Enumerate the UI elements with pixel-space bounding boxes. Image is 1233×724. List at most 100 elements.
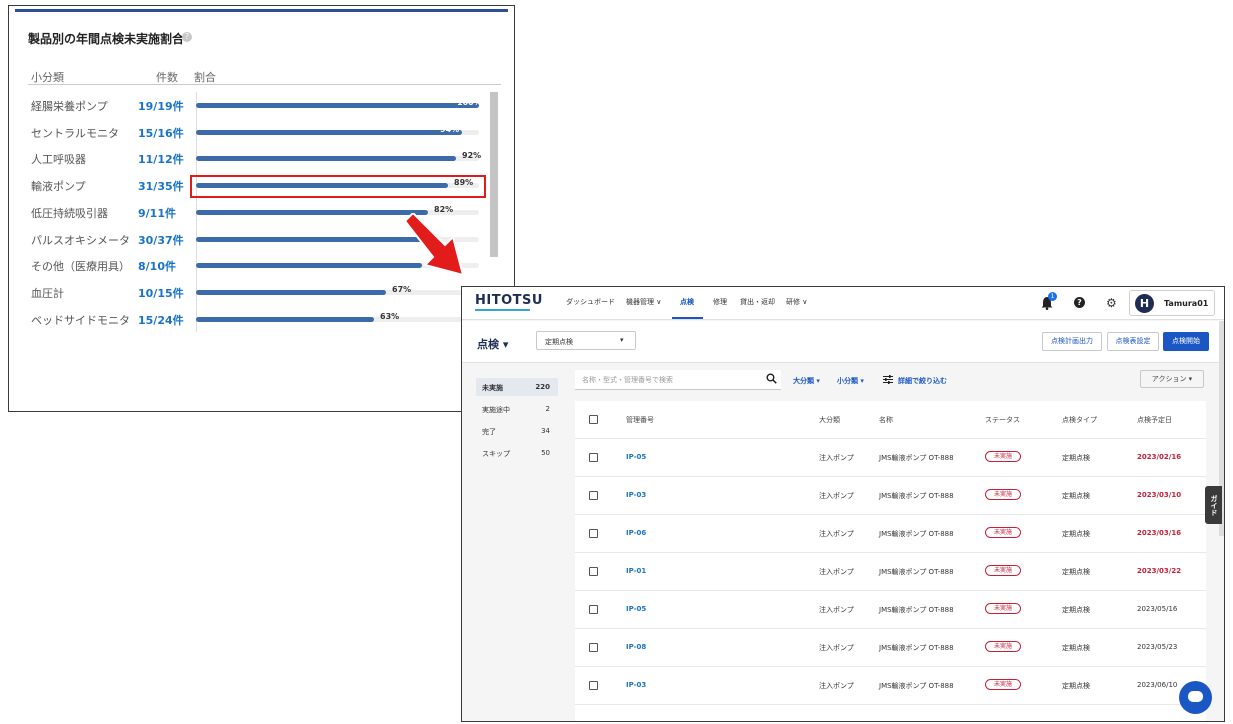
- guide-tab[interactable]: ガイド: [1205, 486, 1222, 524]
- nav-lending-return[interactable]: 貸出・返却: [740, 297, 775, 307]
- detail-filter-link[interactable]: 詳細で絞り込む: [898, 376, 947, 386]
- nav-training[interactable]: 研修 ∨: [786, 297, 807, 307]
- count-link[interactable]: 15/24件: [138, 312, 184, 328]
- col-header-id[interactable]: 管理番号: [626, 415, 654, 425]
- export-plan-button[interactable]: 点検計画出力: [1042, 332, 1102, 351]
- asset-id-link[interactable]: IP-06: [626, 529, 646, 537]
- asset-id-link[interactable]: IP-05: [626, 605, 646, 613]
- ratio-bar-fill: [196, 236, 425, 242]
- col-header-category[interactable]: 大分類: [819, 415, 840, 425]
- minor-category-filter[interactable]: 小分類 ▾: [837, 376, 864, 386]
- name-cell: JMS輸液ポンプ OT-888: [879, 682, 954, 690]
- nav-repair[interactable]: 修理: [713, 297, 727, 307]
- chevron-down-icon: ▾: [620, 336, 624, 344]
- category-label: 輸液ポンプ: [31, 180, 86, 194]
- nav-dashboard[interactable]: ダッシュボード: [566, 297, 615, 307]
- category-label: セントラルモニタ: [31, 126, 119, 140]
- ratio-bar-track: [196, 289, 479, 295]
- ratio-label: 67%: [392, 284, 412, 294]
- sidebar-item-done[interactable]: 完了 34: [476, 422, 558, 440]
- nav-inspection[interactable]: 点検: [680, 297, 694, 307]
- sliders-icon[interactable]: [883, 375, 893, 384]
- gear-icon[interactable]: ⚙: [1106, 296, 1117, 310]
- sidebar-item-label: 未実施: [482, 384, 503, 392]
- table-row[interactable]: IP-05 注入ポンプ JMS輸液ポンプ OT-888 未実施 定期点検 2023/05/…: [575, 591, 1206, 629]
- avatar: H: [1135, 294, 1154, 313]
- type-cell: 定期点検: [1062, 682, 1090, 690]
- user-menu[interactable]: H Tamura01: [1129, 290, 1215, 316]
- name-cell: JMS輸液ポンプ OT-888: [879, 606, 954, 614]
- col-header-due[interactable]: 点検予定日: [1137, 415, 1172, 425]
- count-link[interactable]: 31/35件: [138, 178, 184, 194]
- category-label: パルスオキシメータ: [31, 233, 130, 247]
- due-date-cell: 2023/03/10: [1137, 491, 1182, 499]
- row-checkbox[interactable]: [589, 491, 598, 500]
- asset-id-link[interactable]: IP-03: [626, 491, 646, 499]
- table-row[interactable]: IP-01 注入ポンプ JMS輸液ポンプ OT-888 未実施 定期点検 2023/03/…: [575, 553, 1206, 591]
- count-link[interactable]: 11/12件: [138, 151, 184, 167]
- table-row[interactable]: IP-03 注入ポンプ JMS輸液ポンプ OT-888 未実施 定期点検 2023/06/…: [575, 667, 1206, 705]
- asset-id-link[interactable]: IP-03: [626, 681, 646, 689]
- row-checkbox[interactable]: [589, 681, 598, 690]
- table-row[interactable]: IP-08 注入ポンプ JMS輸液ポンプ OT-888 未実施 定期点検 2023/05/…: [575, 629, 1206, 667]
- search-icon[interactable]: [766, 373, 777, 384]
- select-all-checkbox[interactable]: [589, 415, 598, 424]
- status-badge: 未実施: [985, 565, 1021, 576]
- stats-row: ベッドサイドモニタ 15/24件 63%: [9, 306, 489, 332]
- asset-id-link[interactable]: IP-08: [626, 643, 646, 651]
- row-checkbox[interactable]: [589, 453, 598, 462]
- col-header-type[interactable]: 点検タイプ: [1062, 415, 1097, 425]
- category-cell: 注入ポンプ: [819, 454, 854, 462]
- category-cell: 注入ポンプ: [819, 492, 854, 500]
- help-icon[interactable]: ?: [182, 32, 192, 42]
- count-link[interactable]: 30/37件: [138, 232, 184, 248]
- header-divider: [28, 84, 501, 85]
- scrollbar[interactable]: [490, 92, 498, 257]
- type-cell: 定期点検: [1062, 606, 1090, 614]
- chat-button[interactable]: [1179, 681, 1212, 714]
- count-link[interactable]: 19/19件: [138, 98, 184, 114]
- search-box: [575, 370, 781, 390]
- sidebar-item-not-done[interactable]: 未実施 220: [476, 378, 558, 396]
- table-row[interactable]: IP-03 注入ポンプ JMS輸液ポンプ OT-888 未実施 定期点検 2023/03/…: [575, 477, 1206, 515]
- start-inspection-button[interactable]: 点検開始: [1163, 332, 1209, 351]
- action-dropdown-button[interactable]: アクション ▾: [1140, 370, 1204, 388]
- asset-id-link[interactable]: IP-05: [626, 453, 646, 461]
- name-cell: JMS輸液ポンプ OT-888: [879, 454, 954, 462]
- row-checkbox[interactable]: [589, 605, 598, 614]
- status-badge: 未実施: [985, 451, 1021, 462]
- sheet-settings-button[interactable]: 点検表設定: [1107, 332, 1159, 351]
- stats-panel: 製品別の年間点検未実施割合 ? 小分類 件数 割合 経腸栄養ポンプ 19/19件 1…: [8, 5, 515, 412]
- category-cell: 注入ポンプ: [819, 606, 854, 614]
- sidebar-item-in-progress[interactable]: 実施途中 2: [476, 400, 558, 418]
- nav-device-management[interactable]: 機器管理 ∨: [626, 297, 661, 307]
- row-checkbox[interactable]: [589, 529, 598, 538]
- user-name: Tamura01: [1164, 299, 1209, 308]
- sidebar-item-skip[interactable]: スキップ 50: [476, 444, 558, 462]
- due-date-cell: 2023/06/10: [1137, 681, 1178, 689]
- count-link[interactable]: 10/15件: [138, 285, 184, 301]
- help-icon[interactable]: ?: [1074, 297, 1085, 308]
- name-cell: JMS輸液ポンプ OT-888: [879, 530, 954, 538]
- count-link[interactable]: 9/11件: [138, 205, 176, 221]
- status-badge: 未実施: [985, 679, 1021, 690]
- table-row[interactable]: IP-06 注入ポンプ JMS輸液ポンプ OT-888 未実施 定期点検 2023/03/…: [575, 515, 1206, 553]
- stats-row: 血圧計 10/15件 67%: [9, 279, 489, 305]
- ratio-bar-fill: [196, 263, 422, 269]
- category-label: その他（医療用具）: [31, 260, 130, 274]
- asset-id-link[interactable]: IP-01: [626, 567, 646, 575]
- major-category-filter[interactable]: 大分類 ▾: [793, 376, 820, 386]
- row-checkbox[interactable]: [589, 643, 598, 652]
- col-header-name[interactable]: 名称: [879, 415, 893, 425]
- inspection-type-select[interactable]: 定期点検 ▾: [536, 331, 636, 350]
- page-title-dropdown[interactable]: 点検 ▾: [477, 336, 508, 352]
- count-link[interactable]: 15/16件: [138, 125, 184, 141]
- col-header-status[interactable]: ステータス: [985, 415, 1020, 425]
- search-input[interactable]: [582, 373, 752, 387]
- app-logo[interactable]: HITOTSU: [475, 293, 543, 308]
- stats-title: 製品別の年間点検未実施割合: [28, 32, 185, 46]
- table-row[interactable]: IP-05 注入ポンプ JMS輸液ポンプ OT-888 未実施 定期点検 2023/02/…: [575, 439, 1206, 477]
- row-checkbox[interactable]: [589, 567, 598, 576]
- count-link[interactable]: 8/10件: [138, 258, 176, 274]
- panel-top-bar: [15, 9, 508, 12]
